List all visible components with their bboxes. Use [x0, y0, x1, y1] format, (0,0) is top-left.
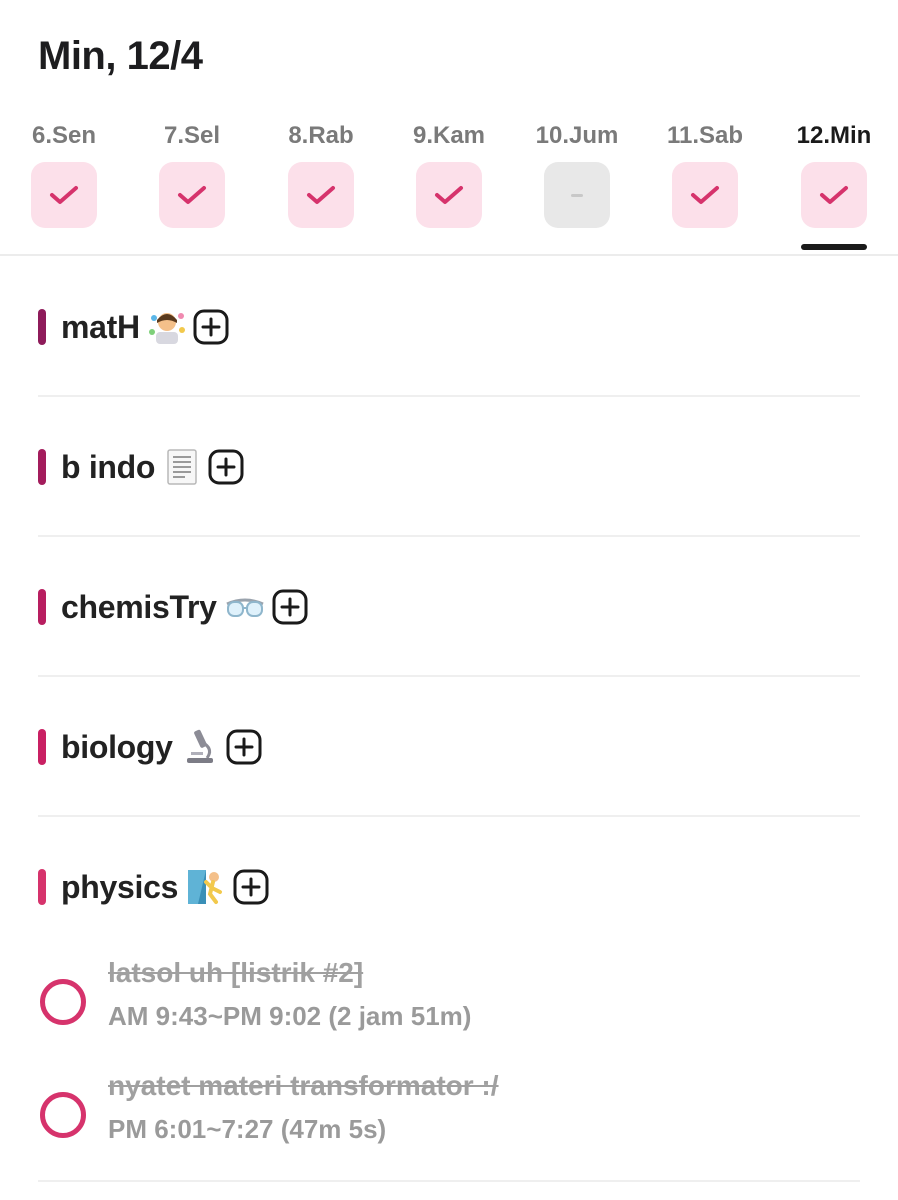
section-title[interactable]: matH — [61, 309, 140, 346]
day-label: 7.Sel — [163, 122, 221, 149]
check-icon[interactable] — [672, 162, 738, 228]
add-task-button[interactable] — [232, 868, 270, 906]
day-label: 12.Min — [796, 122, 872, 149]
section-color-bar — [38, 449, 46, 485]
empty-day-icon[interactable] — [544, 162, 610, 228]
task-item[interactable]: nyatet materi transformator :/ PM 6:01~7… — [38, 1070, 860, 1180]
day-7-sel[interactable]: 7.Sel — [137, 118, 247, 228]
task-time: PM 6:01~7:27 (47m 5s) — [108, 1114, 387, 1144]
day-label: 11.Sab — [666, 122, 744, 149]
day-11-sab[interactable]: 11.Sab — [650, 118, 760, 228]
section-color-bar — [38, 729, 46, 765]
section-physics: physics latsol uh [listrik #2] AM 9:43~P… — [38, 815, 860, 1182]
section-title[interactable]: biology — [61, 729, 173, 766]
day-6-sen[interactable]: 6.Sen — [9, 118, 119, 228]
week-strip: 6.Sen 7.Sel 8.Rab 9.Kam 10.Jum 11.Sab 12… — [0, 118, 898, 256]
task-title: latsol uh [listrik #2] — [108, 957, 364, 988]
check-icon[interactable] — [31, 162, 97, 228]
goggles-icon — [225, 588, 265, 626]
section-color-bar — [38, 589, 46, 625]
climber-icon — [186, 868, 226, 906]
student-emoji-icon — [148, 308, 186, 346]
day-label: 8.Rab — [288, 122, 354, 149]
section-color-bar — [38, 309, 46, 345]
day-label: 10.Jum — [535, 122, 619, 149]
check-icon[interactable] — [416, 162, 482, 228]
section-color-bar — [38, 869, 46, 905]
task-status-circle[interactable] — [40, 1092, 86, 1138]
check-icon[interactable] — [801, 162, 867, 228]
day-10-jum[interactable]: 10.Jum — [522, 118, 632, 228]
day-9-kam[interactable]: 9.Kam — [394, 118, 504, 228]
day-label: 9.Kam — [412, 122, 486, 149]
microscope-icon — [181, 728, 219, 766]
task-item[interactable]: latsol uh [listrik #2] AM 9:43~PM 9:02 (… — [38, 957, 860, 1067]
check-icon[interactable] — [159, 162, 225, 228]
day-label: 6.Sen — [31, 122, 97, 149]
page-title: Min, 12/4 — [38, 34, 203, 78]
add-task-button[interactable] — [225, 728, 263, 766]
day-8-rab[interactable]: 8.Rab — [266, 118, 376, 228]
section-biology: biology — [38, 675, 860, 817]
section-math: matH — [38, 255, 860, 397]
section-title[interactable]: chemisTry — [61, 589, 217, 626]
check-icon[interactable] — [288, 162, 354, 228]
section-title[interactable]: b indo — [61, 449, 155, 486]
section-title[interactable]: physics — [61, 869, 178, 906]
section-chemistry: chemisTry — [38, 535, 860, 677]
section-b-indo: b indo — [38, 395, 860, 537]
task-time: AM 9:43~PM 9:02 (2 jam 51m) — [108, 1001, 472, 1031]
add-task-button[interactable] — [192, 308, 230, 346]
add-task-button[interactable] — [271, 588, 309, 626]
add-task-button[interactable] — [207, 448, 245, 486]
task-title: nyatet materi transformator :/ — [108, 1070, 499, 1101]
selected-day-indicator — [801, 244, 867, 250]
day-12-min[interactable]: 12.Min — [779, 118, 889, 228]
task-status-circle[interactable] — [40, 979, 86, 1025]
page-document-icon — [163, 448, 201, 486]
